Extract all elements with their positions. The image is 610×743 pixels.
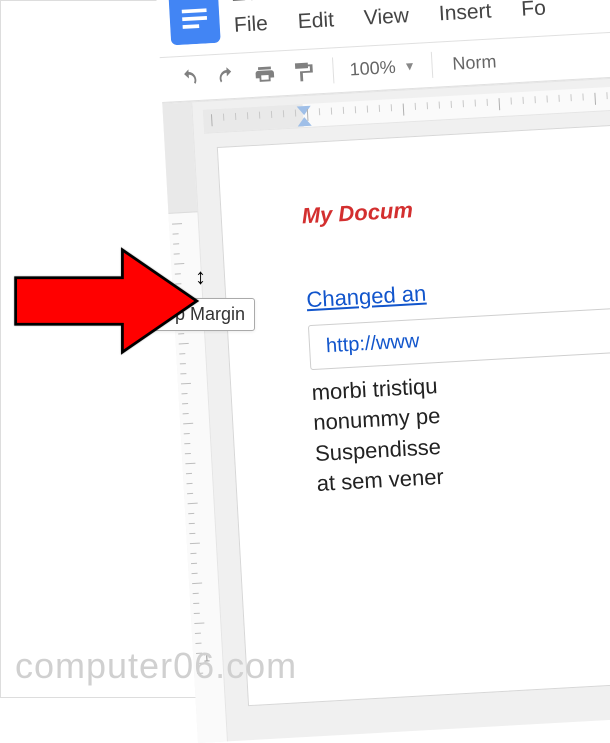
menu-bar: File Edit View Insert Fo xyxy=(231,0,546,38)
toolbar-separator xyxy=(431,52,433,78)
body-text[interactable]: morbi tristiqu nonummy pe Suspendisse at… xyxy=(311,351,610,499)
hyperlink-text[interactable]: Changed an xyxy=(306,261,610,314)
link-url-text: http://www xyxy=(325,330,419,357)
zoom-dropdown[interactable]: 100% ▼ xyxy=(349,55,416,80)
style-value: Norm xyxy=(452,51,497,73)
menu-format[interactable]: Fo xyxy=(521,0,547,22)
redo-button[interactable] xyxy=(212,62,242,92)
caret-down-icon: ▼ xyxy=(403,59,416,74)
undo-button[interactable] xyxy=(174,64,204,94)
left-indent-marker[interactable] xyxy=(297,117,311,127)
resize-vertical-cursor-icon: ↕ xyxy=(195,264,206,290)
top-margin-tooltip: Top Margin xyxy=(146,298,255,331)
link-url-box[interactable]: http://www xyxy=(308,304,610,370)
docs-logo-icon[interactable] xyxy=(167,0,221,50)
paragraph-style-dropdown[interactable]: Norm xyxy=(452,51,497,74)
watermark-text: computer06.com xyxy=(15,645,297,687)
toolbar-separator xyxy=(332,57,334,83)
horizontal-ruler-margin[interactable] xyxy=(203,104,304,133)
document-heading[interactable]: My Docum xyxy=(301,177,610,230)
menu-file[interactable]: File xyxy=(233,12,268,38)
document-area: My Docum Changed an http://www morbi tri… xyxy=(192,68,610,742)
google-docs-window: Latin Homework ☆ File Edit View Insert F… xyxy=(155,0,610,743)
menu-insert[interactable]: Insert xyxy=(438,0,492,26)
print-button[interactable] xyxy=(250,59,280,89)
menu-edit[interactable]: Edit xyxy=(297,8,334,34)
menu-view[interactable]: View xyxy=(363,4,409,30)
vertical-ruler-margin[interactable] xyxy=(162,102,197,213)
document-page[interactable]: My Docum Changed an http://www morbi tri… xyxy=(217,116,610,706)
workspace: 1 My Docum Changed an http://www morbi t… xyxy=(162,67,610,743)
zoom-value: 100% xyxy=(349,56,396,80)
paint-format-button[interactable] xyxy=(288,57,318,87)
first-line-indent-marker[interactable] xyxy=(297,106,311,116)
